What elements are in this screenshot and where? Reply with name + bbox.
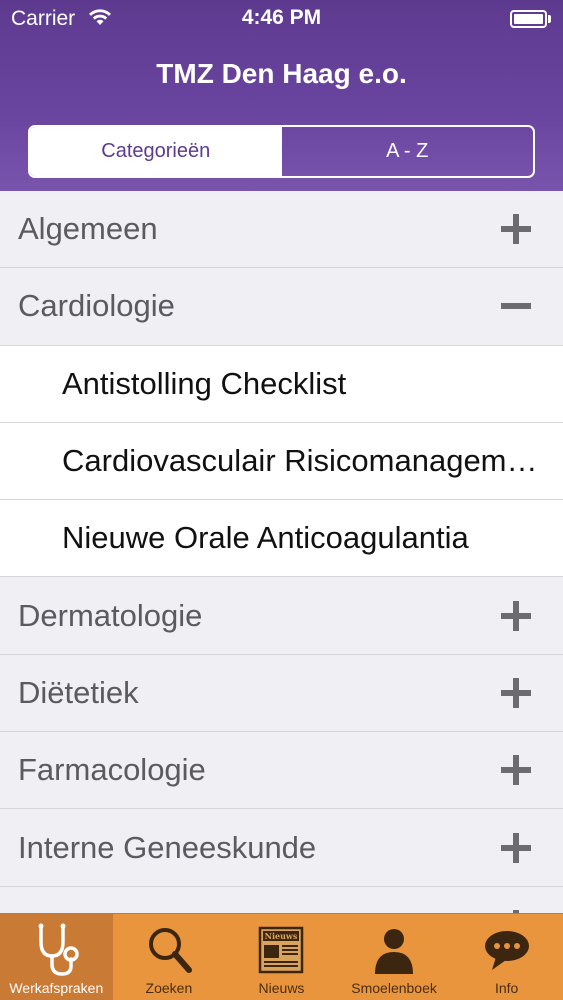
tab-nieuws[interactable]: Nieuws Nieuws bbox=[225, 914, 338, 1000]
list-item-cardiovasculair-risicomanagement[interactable]: Cardiovasculair Risicomanagement bbox=[0, 422, 563, 501]
category-label: Dermatologie bbox=[18, 597, 203, 633]
person-icon bbox=[375, 929, 414, 974]
category-row-next[interactable] bbox=[0, 886, 563, 913]
plus-icon[interactable] bbox=[501, 832, 531, 863]
category-row-dietetiek[interactable]: Diëtetiek bbox=[0, 654, 563, 733]
tab-label: Info bbox=[494, 980, 519, 996]
category-row-cardiologie[interactable]: Cardiologie bbox=[0, 268, 563, 346]
category-row-interne-geneeskunde[interactable]: Interne Geneeskunde bbox=[0, 809, 563, 887]
category-label: Farmacologie bbox=[18, 752, 206, 788]
newspaper-icon-text: Nieuws bbox=[265, 931, 298, 941]
category-row-algemeen[interactable]: Algemeen bbox=[0, 191, 563, 269]
category-label: Cardiologie bbox=[18, 288, 175, 324]
category-row-farmacologie[interactable]: Farmacologie bbox=[0, 732, 563, 810]
page-title: TMZ Den Haag e.o. bbox=[156, 58, 407, 89]
tab-label: Nieuws bbox=[258, 980, 305, 996]
tab-smoelenboek[interactable]: Smoelenboek bbox=[338, 914, 451, 1000]
tab-bar: Werkafspraken Zoeken Nieuws Nieuws Smoel… bbox=[0, 913, 563, 1000]
stethoscope-icon bbox=[38, 923, 80, 976]
plus-icon[interactable] bbox=[501, 214, 531, 245]
list-item-label: Nieuwe Orale Anticoagulantia bbox=[62, 520, 469, 556]
tab-label: Zoeken bbox=[145, 980, 193, 996]
status-bar: Carrier 4:46 PM bbox=[0, 0, 563, 40]
minus-icon[interactable] bbox=[501, 291, 531, 321]
segment-a-z[interactable]: A - Z bbox=[282, 127, 534, 176]
newspaper-icon: Nieuws bbox=[259, 926, 304, 974]
tab-label: Smoelenboek bbox=[351, 980, 437, 996]
tab-werkafspraken[interactable]: Werkafspraken bbox=[0, 914, 113, 1000]
list-item-antistolling-checklist[interactable]: Antistolling Checklist bbox=[0, 345, 563, 423]
category-label: Algemeen bbox=[18, 211, 158, 247]
segment-categorieen[interactable]: Categorieën bbox=[30, 127, 282, 176]
category-list[interactable]: Algemeen Cardiologie Antistolling Checkl… bbox=[0, 191, 563, 913]
category-row-dermatologie[interactable]: Dermatologie bbox=[0, 577, 563, 655]
plus-icon[interactable] bbox=[501, 677, 531, 708]
status-time: 4:46 PM bbox=[241, 6, 322, 29]
header: Carrier 4:46 PM TMZ Den Haag e.o. Catego… bbox=[0, 0, 563, 191]
list-item-nieuwe-orale-anticoagulantia[interactable]: Nieuwe Orale Anticoagulantia bbox=[0, 500, 563, 578]
chat-bubble-icon bbox=[484, 931, 529, 970]
tab-zoeken[interactable]: Zoeken bbox=[113, 914, 226, 1000]
battery-icon bbox=[510, 10, 552, 28]
segmented-control: Categorieën A - Z bbox=[28, 125, 535, 178]
tab-info[interactable]: Info bbox=[450, 914, 563, 1000]
category-label: Diëtetiek bbox=[18, 674, 139, 710]
list-item-label: Antistolling Checklist bbox=[62, 365, 347, 401]
search-icon bbox=[148, 928, 192, 973]
plus-icon[interactable] bbox=[501, 600, 531, 631]
category-label: Interne Geneeskunde bbox=[18, 829, 317, 865]
list-item-label: Cardiovasculair Risicomanagement bbox=[62, 443, 540, 479]
plus-icon[interactable] bbox=[501, 755, 531, 786]
tab-label: Werkafspraken bbox=[9, 980, 104, 996]
